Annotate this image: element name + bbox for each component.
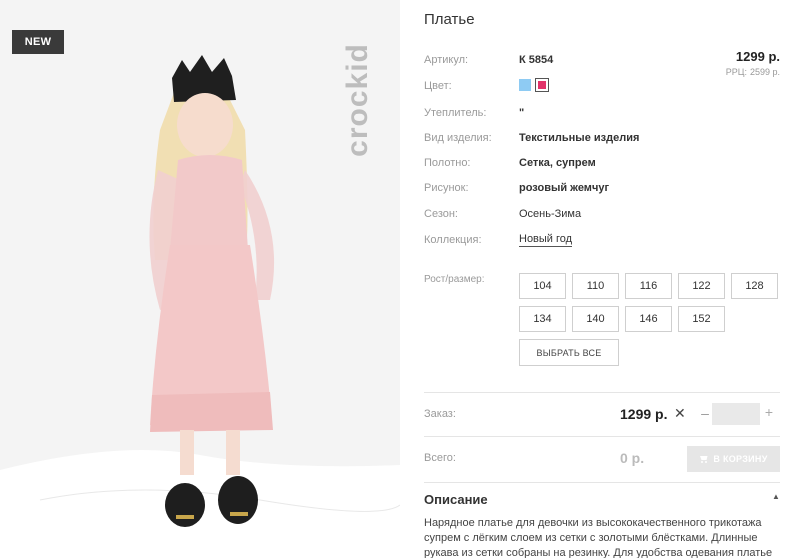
total-price: 0 р. xyxy=(620,450,645,466)
chevron-up-icon[interactable]: ▲ xyxy=(772,492,780,501)
new-badge: NEW xyxy=(12,30,64,54)
add-to-cart-label: В КОРЗИНУ xyxy=(713,454,768,464)
attr-value: Сетка, супрем xyxy=(519,157,596,169)
attr-label: Артикул: xyxy=(424,54,469,66)
product-price: 1299 р. xyxy=(735,49,780,64)
product-photo[interactable]: NEW crockid xyxy=(0,0,400,558)
size-option[interactable]: 152 xyxy=(678,306,725,332)
rrp-price: РРЦ: 2599 р. xyxy=(723,67,780,77)
attr-label: Сезон: xyxy=(424,208,458,220)
color-swatches xyxy=(519,77,550,94)
attr-value: Текстильные изделия xyxy=(519,132,640,144)
attr-insulation: Утеплитель: " xyxy=(424,104,724,122)
brand-logo-text: crockid xyxy=(341,43,374,157)
select-all-button[interactable]: ВЫБРАТЬ ВСЕ xyxy=(519,339,619,366)
quantity-decrement-button[interactable]: – xyxy=(698,405,712,421)
size-option[interactable]: 128 xyxy=(731,273,778,299)
cart-icon xyxy=(700,456,708,463)
order-label: Заказ: xyxy=(424,408,456,420)
attr-color: Цвет: xyxy=(424,77,724,95)
attr-product-type: Вид изделия: Текстильные изделия xyxy=(424,129,724,147)
close-icon[interactable]: ✕ xyxy=(674,405,686,422)
attr-label: Полотно: xyxy=(424,157,471,169)
attr-label: Рисунок: xyxy=(424,182,469,194)
brand-logo: crockid xyxy=(338,30,378,170)
attr-label: Утеплитель: xyxy=(424,107,487,119)
product-details: Платье 1299 р. РРЦ: 2599 р. Артикул: К 58… xyxy=(424,0,800,558)
total-label: Всего: xyxy=(424,452,456,464)
attr-value: розовый жемчуг xyxy=(519,182,610,194)
quantity-increment-button[interactable]: + xyxy=(762,404,776,420)
divider xyxy=(424,392,780,393)
add-to-cart-button[interactable]: В КОРЗИНУ xyxy=(687,446,780,472)
attr-value: " xyxy=(519,107,525,119)
collection-link[interactable]: Новый год xyxy=(519,233,573,247)
attr-value: Осень-Зима xyxy=(519,208,582,220)
size-label: Рост/размер: xyxy=(424,274,485,285)
attr-season: Сезон: Осень-Зима xyxy=(424,205,724,223)
description-text: Нарядное платье для девочки из высококач… xyxy=(424,517,773,558)
size-option[interactable]: 110 xyxy=(572,273,619,299)
size-option[interactable]: 122 xyxy=(678,273,725,299)
attr-article: Артикул: К 5854 xyxy=(424,51,724,69)
color-swatch-pink[interactable] xyxy=(535,77,550,92)
rrp-value: 2599 р. xyxy=(749,67,780,77)
rrp-label: РРЦ: xyxy=(725,67,747,77)
size-option[interactable]: 140 xyxy=(572,306,619,332)
size-option[interactable]: 146 xyxy=(625,306,672,332)
attr-label: Вид изделия: xyxy=(424,132,492,144)
attr-collection: Коллекция: Новый год xyxy=(424,231,724,249)
attr-label: Цвет: xyxy=(424,80,452,92)
color-swatch-blue[interactable] xyxy=(519,78,531,91)
attr-pattern: Рисунок: розовый жемчуг xyxy=(424,179,724,197)
product-title: Платье xyxy=(424,11,475,28)
size-option[interactable]: 116 xyxy=(625,273,672,299)
description-title[interactable]: Описание xyxy=(424,492,488,507)
quantity-input[interactable] xyxy=(712,403,760,425)
size-option[interactable]: 134 xyxy=(519,306,566,332)
divider xyxy=(424,436,780,437)
divider xyxy=(424,482,780,483)
attr-label: Коллекция: xyxy=(424,234,482,246)
attr-fabric: Полотно: Сетка, супрем xyxy=(424,154,724,172)
size-option[interactable]: 104 xyxy=(519,273,566,299)
attr-value: К 5854 xyxy=(519,54,554,66)
order-price: 1299 р. xyxy=(620,406,668,422)
